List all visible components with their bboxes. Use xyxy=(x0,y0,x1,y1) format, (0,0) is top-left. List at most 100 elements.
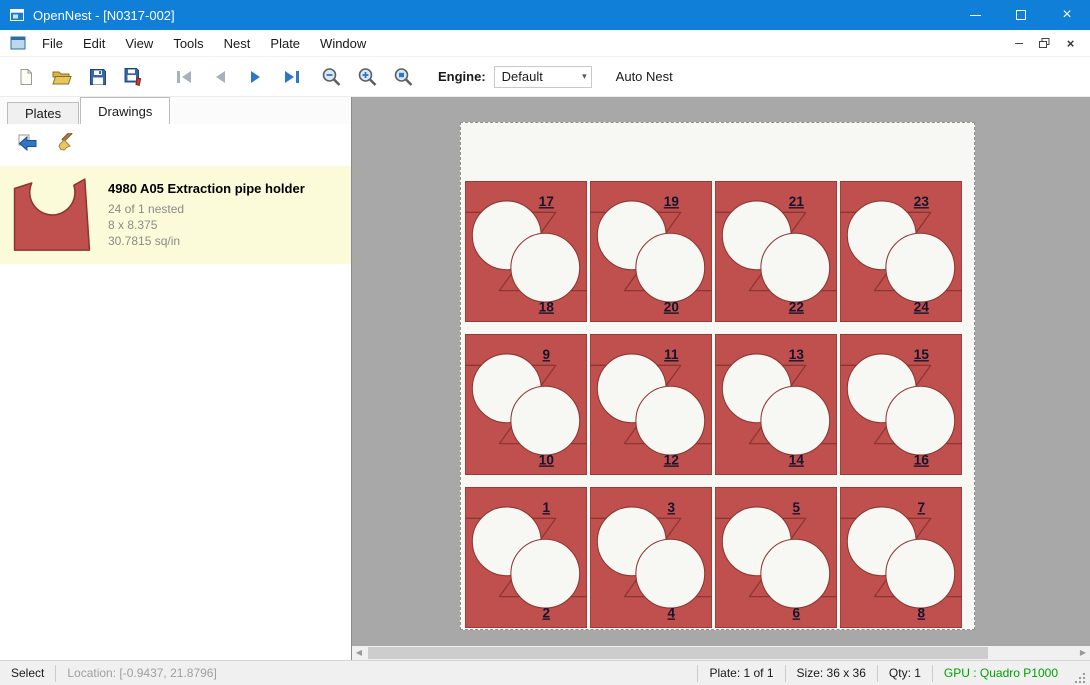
part-number: 23 xyxy=(914,194,930,209)
menubar: File Edit View Tools Nest Plate Window × xyxy=(0,30,1090,57)
plate[interactable]: 171819202122232491011121314151612345678 xyxy=(460,122,975,630)
titlebar[interactable]: OpenNest - [N0317-002] × xyxy=(0,0,1090,30)
save-edit-icon xyxy=(124,67,144,86)
mdi-restore-icon xyxy=(1039,38,1050,49)
resize-grip[interactable] xyxy=(1073,671,1087,685)
clear-button[interactable] xyxy=(50,130,80,156)
tab-plates[interactable]: Plates xyxy=(7,102,79,124)
part-number: 6 xyxy=(793,605,801,620)
part-number: 22 xyxy=(789,299,804,314)
auto-nest-button[interactable]: Auto Nest xyxy=(610,65,679,88)
zoom-out-button[interactable] xyxy=(314,61,350,93)
menu-window[interactable]: Window xyxy=(310,31,376,56)
status-gpu: GPU : Quadro P1000 xyxy=(933,666,1069,680)
part-number: 24 xyxy=(914,299,930,314)
part-row: 9 10 11 12 13 14 15 16 xyxy=(465,334,970,475)
part-number: 16 xyxy=(914,452,930,467)
part-notch xyxy=(886,386,955,455)
part-number: 14 xyxy=(789,452,805,467)
open-button[interactable] xyxy=(44,61,80,93)
drawing-dimensions: 8 x 8.375 xyxy=(108,217,305,233)
app-window: OpenNest - [N0317-002] × File Edit View … xyxy=(0,0,1090,685)
part-notch xyxy=(761,233,830,302)
go-previous-button[interactable] xyxy=(202,61,238,93)
close-button[interactable]: × xyxy=(1044,0,1090,30)
go-first-button[interactable] xyxy=(166,61,202,93)
maximize-icon xyxy=(1016,10,1026,20)
engine-select[interactable]: Default ▾ xyxy=(494,66,592,88)
mdi-close-button[interactable]: × xyxy=(1059,34,1082,53)
part-number: 8 xyxy=(918,605,926,620)
menu-nest[interactable]: Nest xyxy=(214,31,261,56)
scroll-left-icon: ◀ xyxy=(352,646,366,660)
part-notch xyxy=(636,539,705,608)
zoom-in-icon xyxy=(357,67,379,87)
nested-part-pair: 12 xyxy=(465,487,587,628)
part-number: 9 xyxy=(543,347,551,362)
broom-icon xyxy=(54,133,76,153)
part-number: 1 xyxy=(543,500,551,515)
mdi-restore-button[interactable] xyxy=(1033,34,1056,53)
nested-part-pair: 13 14 xyxy=(715,334,837,475)
part-number: 5 xyxy=(793,500,801,515)
save-edit-button[interactable] xyxy=(116,61,152,93)
go-last-icon xyxy=(282,69,302,85)
go-first-icon xyxy=(174,69,194,85)
part-notch xyxy=(761,539,830,608)
go-last-button[interactable] xyxy=(274,61,310,93)
part-number: 18 xyxy=(539,299,555,314)
maximize-button[interactable] xyxy=(998,0,1044,30)
nested-part-pair: 23 24 xyxy=(840,181,962,322)
mdi-close-icon: × xyxy=(1067,36,1075,51)
part-number: 17 xyxy=(539,194,554,209)
zoom-fit-button[interactable] xyxy=(386,61,422,93)
window-title: OpenNest - [N0317-002] xyxy=(33,8,175,23)
document-icon[interactable] xyxy=(10,36,26,50)
part-notch xyxy=(636,233,705,302)
plate-parts: 171819202122232491011121314151612345678 xyxy=(465,181,970,628)
drawing-area: 30.7815 sq/in xyxy=(108,233,305,249)
save-icon xyxy=(89,68,107,86)
menu-view[interactable]: View xyxy=(115,31,163,56)
save-button[interactable] xyxy=(80,61,116,93)
status-size: Size: 36 x 36 xyxy=(786,666,877,680)
status-plate: Plate: 1 of 1 xyxy=(698,666,784,680)
nested-part-pair: 78 xyxy=(840,487,962,628)
part-number: 7 xyxy=(918,500,926,515)
nesting-canvas[interactable]: 171819202122232491011121314151612345678 … xyxy=(352,97,1090,660)
new-button[interactable] xyxy=(8,61,44,93)
horizontal-scrollbar[interactable]: ◀ ▶ xyxy=(352,646,1090,660)
menu-tools[interactable]: Tools xyxy=(163,31,213,56)
part-number: 10 xyxy=(539,452,554,467)
menu-edit[interactable]: Edit xyxy=(73,31,115,56)
part-number: 12 xyxy=(664,452,679,467)
drawing-list-item[interactable]: 4980 A05 Extraction pipe holder 24 of 1 … xyxy=(0,166,351,264)
part-number: 4 xyxy=(668,605,676,620)
go-next-button[interactable] xyxy=(238,61,274,93)
scrollbar-thumb[interactable] xyxy=(368,647,988,659)
part-row: 1718192021222324 xyxy=(465,181,970,322)
mdi-minimize-icon xyxy=(1015,43,1023,44)
part-number: 15 xyxy=(914,347,930,362)
part-number: 19 xyxy=(664,194,680,209)
mdi-minimize-button[interactable] xyxy=(1007,34,1030,53)
status-mode: Select xyxy=(0,666,55,680)
part-notch xyxy=(511,386,580,455)
arrow-left-icon xyxy=(16,133,38,153)
part-notch xyxy=(511,539,580,608)
part-row: 12345678 xyxy=(465,487,970,628)
part-number: 11 xyxy=(664,347,679,362)
menu-file[interactable]: File xyxy=(32,31,73,56)
part-notch xyxy=(886,233,955,302)
nested-part-pair: 1718 xyxy=(465,181,587,322)
sidebar: Plates Drawings xyxy=(0,97,352,660)
menu-plate[interactable]: Plate xyxy=(260,31,310,56)
drawing-nested-count: 24 of 1 nested xyxy=(108,201,305,217)
part-number: 13 xyxy=(789,347,805,362)
zoom-in-button[interactable] xyxy=(350,61,386,93)
tab-drawings[interactable]: Drawings xyxy=(80,97,170,124)
open-folder-icon xyxy=(52,68,72,86)
minimize-button[interactable] xyxy=(952,0,998,30)
nested-part-pair: 2122 xyxy=(715,181,837,322)
replace-part-button[interactable] xyxy=(12,130,42,156)
